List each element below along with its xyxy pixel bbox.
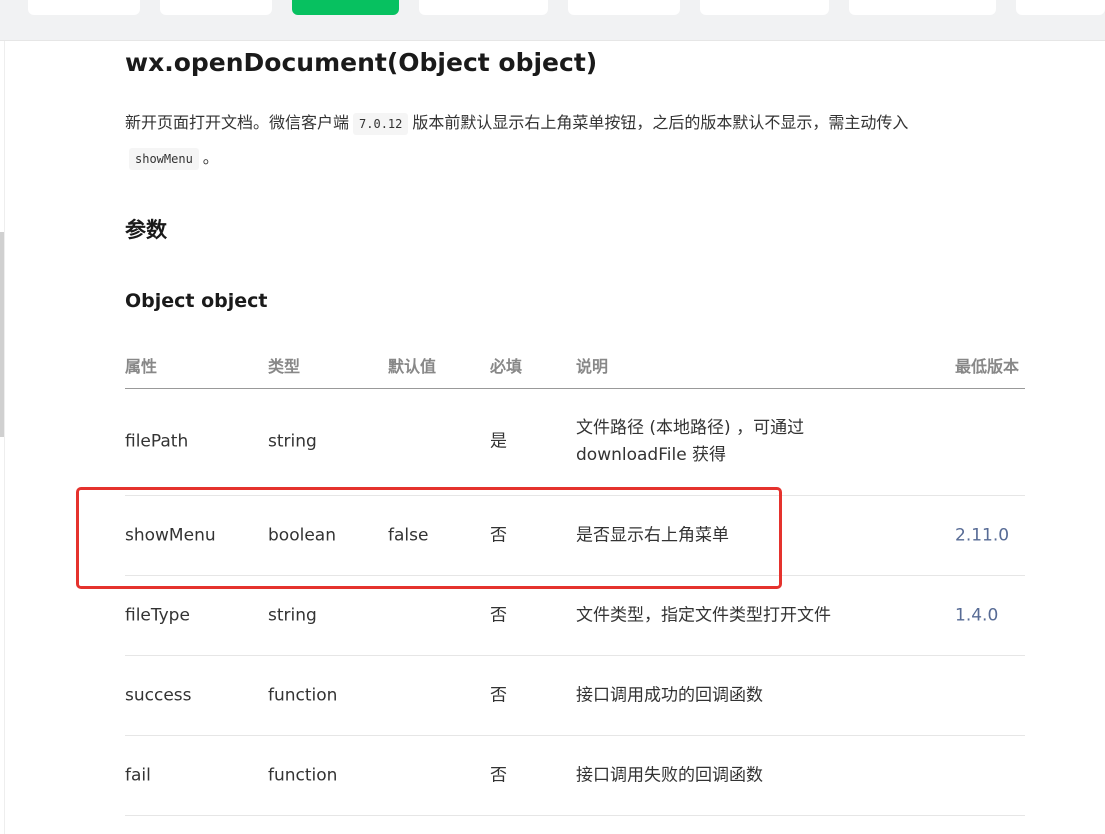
table-row-filepath: filePath string 是 文件路径 (本地路径) ，可通过 downl… [125, 389, 1025, 496]
left-scroll-thumb[interactable] [0, 232, 4, 437]
top-tab-5[interactable] [568, 0, 680, 15]
row-name: filePath [125, 431, 189, 452]
table-header: 属性 类型 默认值 必填 说明 最低版本 [125, 338, 1025, 389]
left-scroll-track[interactable] [0, 41, 5, 834]
description-text-1: 新开页面打开文档。微信客户端 [125, 113, 350, 132]
top-tab-bar [0, 0, 1105, 41]
row-description: 文件类型，指定文件类型打开文件 [576, 605, 831, 625]
top-tab-active[interactable] [292, 0, 399, 15]
row-required: 是 [490, 431, 507, 452]
header-description: 说明 [576, 357, 609, 376]
row-required: 否 [490, 765, 507, 785]
description-text-2: 版本前默认显示右上角菜单按钮，之后的版本默认不显示，需主动传入 [412, 113, 909, 132]
row-version-link[interactable]: 2.11.0 [955, 522, 1009, 549]
row-name: fail [125, 765, 151, 785]
row-type: function [268, 765, 338, 785]
row-name: showMenu [125, 525, 216, 545]
params-heading: 参数 [125, 218, 167, 242]
table-row-showmenu: showMenu boolean false 否 是否显示右上角菜单 2.11.… [125, 496, 1025, 576]
row-description: 是否显示右上角菜单 [576, 525, 729, 545]
table-row-fail: fail function 否 接口调用失败的回调函数 [125, 736, 1025, 816]
row-version-link[interactable]: 1.4.0 [955, 602, 998, 629]
top-tab-8[interactable] [1016, 0, 1105, 15]
table-row-filetype: fileType string 否 文件类型，指定文件类型打开文件 1.4.0 [125, 576, 1025, 656]
table-row-success: success function 否 接口调用成功的回调函数 [125, 656, 1025, 736]
row-name: fileType [125, 605, 190, 625]
version-code: 7.0.12 [353, 113, 409, 135]
row-description: 接口调用成功的回调函数 [576, 685, 763, 705]
top-tab-7[interactable] [849, 0, 996, 15]
header-type: 类型 [268, 357, 301, 376]
page-title: wx.openDocument(Object object) [125, 48, 598, 77]
row-type: string [268, 431, 317, 452]
row-name: success [125, 685, 192, 705]
header-name: 属性 [125, 357, 158, 376]
row-required: 否 [490, 605, 507, 625]
row-type: function [268, 685, 338, 705]
row-required: 否 [490, 685, 507, 705]
row-type: boolean [268, 525, 336, 545]
api-description: 新开页面打开文档。微信客户端 7.0.12 版本前默认显示右上角菜单按钮，之后的版本… [125, 106, 1005, 176]
showmenu-code: showMenu [129, 148, 199, 170]
header-default: 默认值 [388, 357, 437, 376]
row-required: 否 [490, 525, 507, 545]
row-default: false [388, 525, 429, 545]
top-tab-2[interactable] [160, 0, 272, 15]
object-heading: Object object [125, 290, 268, 312]
header-version: 最低版本 [955, 357, 1020, 376]
top-tab-1[interactable] [28, 0, 140, 15]
row-description: 文件路径 (本地路径) ，可通过 downloadFile 获得 [576, 418, 805, 465]
description-text-3: 。 [202, 148, 219, 167]
params-table: 属性 类型 默认值 必填 说明 最低版本 filePath string 是 文… [125, 338, 1025, 816]
row-type: string [268, 605, 317, 625]
top-tab-6[interactable] [700, 0, 829, 15]
header-required: 必填 [490, 357, 523, 376]
top-tab-4[interactable] [419, 0, 548, 15]
row-description: 接口调用失败的回调函数 [576, 765, 763, 785]
